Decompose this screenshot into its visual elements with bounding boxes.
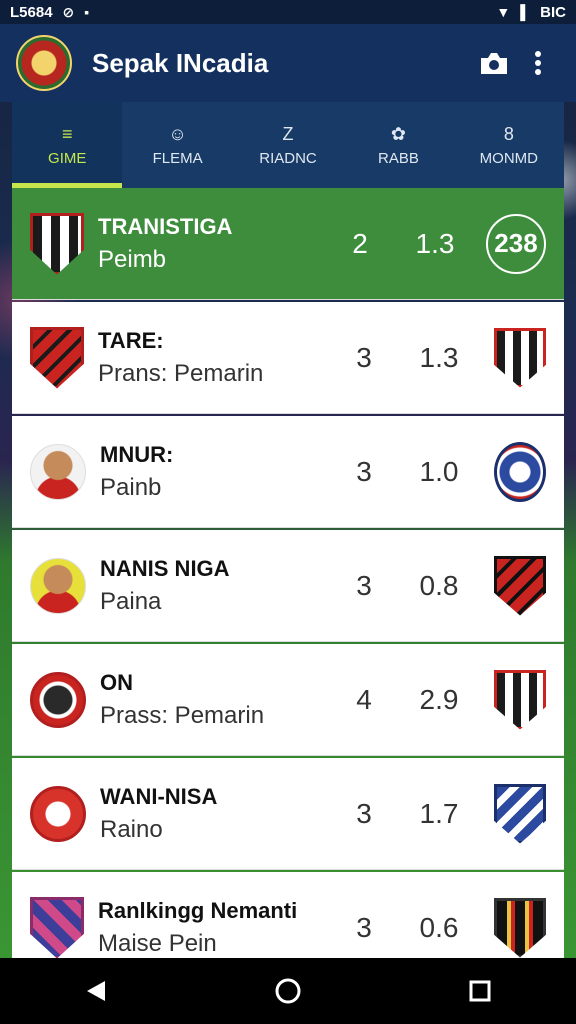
team-badge-icon	[494, 897, 546, 958]
player-subtitle: Raino	[100, 815, 163, 843]
player-name: WANI-NISA	[100, 783, 218, 809]
team-badge-icon	[494, 327, 546, 388]
player-name: TARE:	[98, 327, 164, 353]
tab-flema-icon: ☺	[168, 123, 187, 144]
player-subtitle: Peimb	[98, 245, 167, 273]
club-crest-icon	[30, 671, 86, 728]
camera-icon	[481, 53, 507, 74]
stat-games: 3	[356, 569, 372, 601]
stat-games: 3	[356, 797, 372, 829]
stat-rating: 1.3	[415, 227, 455, 259]
status-time: L5684	[10, 3, 53, 21]
club-crest-icon	[30, 896, 84, 959]
recents-icon	[469, 980, 491, 1002]
wifi-icon: ▼	[496, 4, 511, 20]
player-subtitle: Paina	[100, 587, 162, 615]
list-item[interactable]: TARE: Prans: Pemarin 3 1.3	[12, 302, 564, 414]
stat-games: 4	[356, 683, 372, 715]
stat-rating: 1.3	[419, 341, 459, 373]
status-right-text: BIC	[540, 3, 566, 21]
team-badge-icon	[494, 783, 546, 844]
tab-label: FLEMA	[152, 149, 203, 167]
player-subtitle: Prans: Pemarin	[98, 359, 264, 387]
team-badge-icon	[494, 669, 546, 730]
sim-icon: ▪	[84, 4, 90, 20]
stat-rating: 2.9	[419, 683, 459, 715]
stat-rating: 0.6	[419, 911, 459, 943]
team-badge-icon	[494, 555, 546, 616]
player-name: ON	[100, 669, 133, 695]
stat-games: 2	[352, 227, 368, 259]
club-crest-icon	[30, 212, 84, 275]
tab-label: RIADNC	[259, 149, 317, 167]
status-bar: L5684 ⊘ ▪ ▼ ▌ BIC	[0, 0, 576, 24]
stat-games: 3	[356, 911, 372, 943]
player-subtitle: Painb	[100, 473, 162, 501]
camera-button[interactable]	[472, 41, 516, 85]
team-badge-icon	[494, 441, 546, 502]
app-title: Sepak INcadia	[92, 47, 269, 78]
recents-button[interactable]	[456, 967, 504, 1015]
player-subtitle: Prass: Pemarin	[100, 701, 265, 729]
team-badge-text: 238	[486, 213, 546, 274]
signal-icon: ▌	[520, 4, 531, 20]
home-button[interactable]	[264, 967, 312, 1015]
list-item[interactable]: MNUR: Painb 3 1.0	[12, 416, 564, 528]
player-list: TRANISTIGA Peimb 2 1.3 238 TARE: Prans: …	[12, 188, 564, 986]
list-item[interactable]: WANI-NISA Raino 3 1.7	[12, 758, 564, 870]
tab-rabb[interactable]: ✿ RABB	[343, 102, 453, 188]
stat-games: 3	[356, 341, 372, 373]
home-icon	[275, 978, 301, 1004]
more-vert-icon	[535, 51, 541, 75]
stat-rating: 1.7	[419, 797, 459, 829]
list-item[interactable]: ON Prass: Pemarin 4 2.9	[12, 644, 564, 756]
tab-label: GIME	[48, 149, 87, 167]
app-bar: Sepak INcadia	[0, 24, 576, 102]
list-item[interactable]: NANIS NIGA Paina 3 0.8	[12, 530, 564, 642]
stat-rating: 1.0	[419, 455, 459, 487]
tab-label: RABB	[377, 149, 419, 167]
back-icon	[87, 981, 105, 1001]
player-name: MNUR:	[100, 441, 174, 467]
player-avatar	[30, 443, 86, 500]
tab-riadnc[interactable]: Z RIADNC	[233, 102, 343, 188]
stat-rating: 0.8	[419, 569, 459, 601]
more-button[interactable]	[516, 41, 560, 85]
club-crest-icon	[30, 785, 86, 842]
tab-monmd-icon: 8	[503, 123, 514, 144]
system-nav-bar	[0, 958, 576, 1024]
player-name: NANIS NIGA	[100, 555, 230, 581]
club-crest-icon	[30, 326, 84, 389]
back-button[interactable]	[72, 967, 120, 1015]
notification-icon: ⊘	[62, 3, 75, 20]
tab-label: MONMD	[479, 149, 538, 167]
tab-rabb-icon: ✿	[390, 123, 406, 144]
player-avatar	[30, 557, 86, 614]
tab-bar: ≡ GIME ☺ FLEMA Z RIADNC ✿ RABB 8 MONMD	[12, 102, 564, 188]
stat-games: 3	[356, 455, 372, 487]
tab-game[interactable]: ≡ GIME	[12, 102, 123, 188]
tab-riadnc-icon: Z	[282, 123, 294, 144]
tab-game-icon: ≡	[61, 123, 73, 144]
list-item[interactable]: TRANISTIGA Peimb 2 1.3 238	[12, 188, 564, 300]
player-subtitle: Maise Pein	[98, 929, 217, 957]
tab-flema[interactable]: ☺ FLEMA	[122, 102, 232, 188]
player-name: Ranlkingg Nemanti	[98, 897, 298, 923]
player-name: TRANISTIGA	[98, 213, 233, 239]
tab-monmd[interactable]: 8 MONMD	[454, 102, 564, 188]
team-logo[interactable]	[16, 35, 72, 91]
